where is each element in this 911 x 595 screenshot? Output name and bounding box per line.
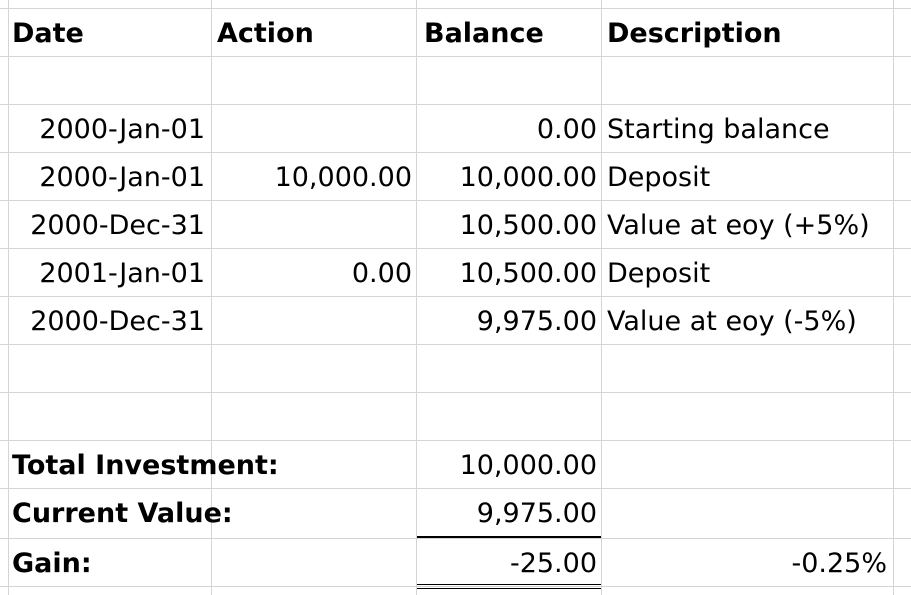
header-date[interactable]: Date xyxy=(12,10,207,58)
current-value-label[interactable]: Current Value: xyxy=(12,490,312,538)
cell-date[interactable]: 2000-Jan-01 xyxy=(12,154,205,202)
total-investment-value[interactable]: 10,000.00 xyxy=(420,442,597,490)
cell-date[interactable]: 2001-Jan-01 xyxy=(12,250,205,298)
spreadsheet-grid[interactable]: Date Action Balance Description 2000-Jan… xyxy=(0,0,911,595)
gain-label[interactable]: Gain: xyxy=(12,540,207,588)
cell-balance[interactable]: 10,000.00 xyxy=(420,154,597,202)
cell-description[interactable]: Value at eoy (-5%) xyxy=(607,298,887,346)
cell-balance[interactable]: 10,500.00 xyxy=(420,250,597,298)
total-double-underline xyxy=(417,584,601,585)
cell-balance[interactable]: 9,975.00 xyxy=(420,298,597,346)
header-balance[interactable]: Balance xyxy=(424,10,599,58)
cell-description[interactable]: Value at eoy (+5%) xyxy=(607,202,887,250)
grid-line xyxy=(0,538,911,539)
cell-date[interactable]: 2000-Dec-31 xyxy=(12,202,205,250)
grid-line xyxy=(0,440,911,441)
cell-action[interactable]: 10,000.00 xyxy=(217,154,412,202)
cell-action[interactable] xyxy=(217,298,412,346)
header-description[interactable]: Description xyxy=(607,10,887,58)
total-double-underline xyxy=(417,588,601,589)
cell-action[interactable]: 0.00 xyxy=(217,250,412,298)
cell-balance[interactable]: 10,500.00 xyxy=(420,202,597,250)
gain-value[interactable]: -25.00 xyxy=(420,540,597,588)
cell-date[interactable]: 2000-Dec-31 xyxy=(12,298,205,346)
subtotal-underline xyxy=(417,536,601,538)
cell-description[interactable]: Deposit xyxy=(607,250,887,298)
cell-action[interactable] xyxy=(217,202,412,250)
grid-line xyxy=(416,0,417,595)
grid-line xyxy=(0,104,911,105)
header-action[interactable]: Action xyxy=(217,10,412,58)
cell-balance[interactable]: 0.00 xyxy=(420,106,597,154)
gain-percent[interactable]: -0.25% xyxy=(607,540,887,588)
cell-date[interactable]: 2000-Jan-01 xyxy=(12,106,205,154)
cell-description[interactable]: Deposit xyxy=(607,154,887,202)
cell-description[interactable]: Starting balance xyxy=(607,106,887,154)
total-investment-label[interactable]: Total Investment: xyxy=(12,442,312,490)
grid-line xyxy=(601,0,602,595)
current-value-value[interactable]: 9,975.00 xyxy=(420,490,597,538)
grid-line xyxy=(0,392,911,393)
grid-line xyxy=(8,0,9,595)
cell-action[interactable] xyxy=(217,106,412,154)
grid-line xyxy=(0,8,911,9)
grid-line xyxy=(893,0,894,595)
